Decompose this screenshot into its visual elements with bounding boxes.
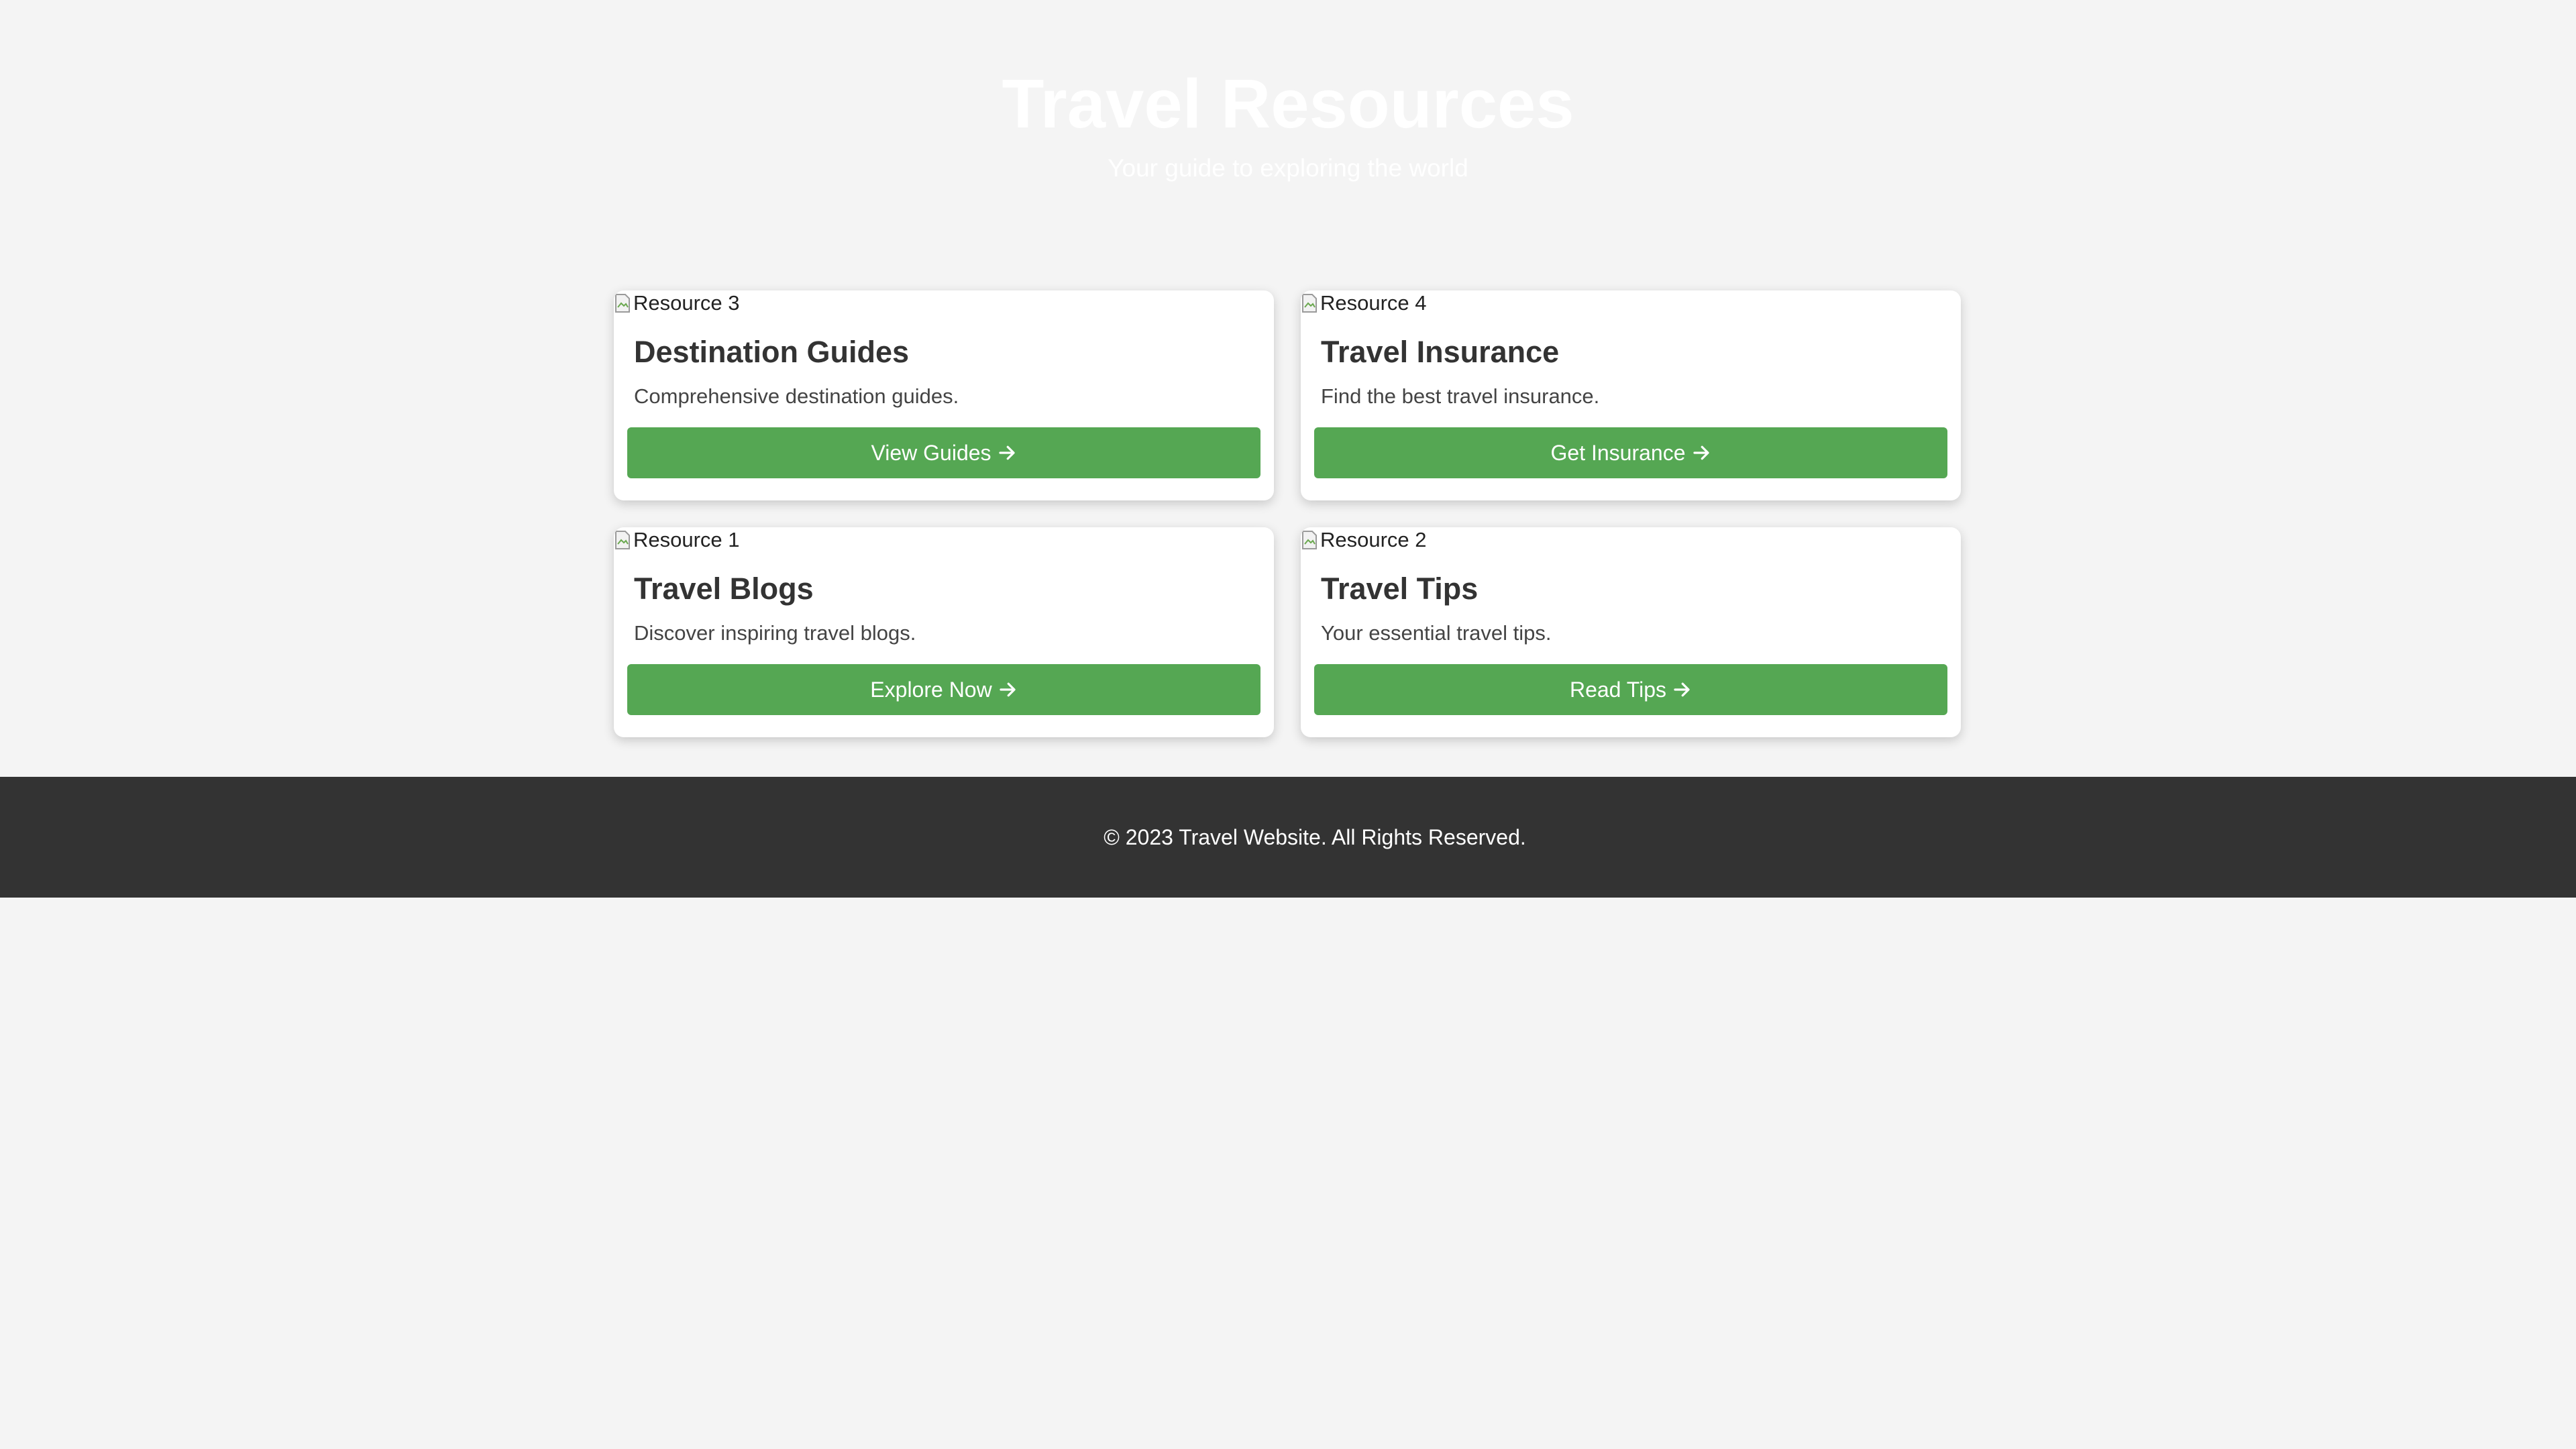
resource-image-alt: Resource 3 bbox=[633, 291, 740, 315]
resource-card-travel-tips: Resource 2 Travel Tips Your essential tr… bbox=[1301, 527, 1961, 737]
card-body: Travel Blogs Discover inspiring travel b… bbox=[614, 572, 1274, 715]
resource-image-alt: Resource 2 bbox=[1320, 528, 1427, 551]
resource-card-destination-guides: Resource 3 Destination Guides Comprehens… bbox=[614, 290, 1274, 500]
card-body: Travel Insurance Find the best travel in… bbox=[1301, 335, 1961, 478]
explore-now-button[interactable]: Explore Now bbox=[627, 664, 1260, 715]
broken-image-icon bbox=[1301, 529, 1320, 551]
arrow-right-icon bbox=[1691, 443, 1711, 463]
arrow-right-icon bbox=[1672, 680, 1692, 700]
footer-copyright: © 2023 Travel Website. All Rights Reserv… bbox=[1104, 824, 1526, 849]
site-footer: © 2023 Travel Website. All Rights Reserv… bbox=[0, 777, 2576, 898]
resource-image-alt: Resource 1 bbox=[633, 528, 740, 551]
broken-image-icon bbox=[1301, 292, 1320, 314]
page-title: Travel Resources bbox=[1002, 65, 1574, 142]
card-description: Your essential travel tips. bbox=[1321, 621, 1552, 645]
arrow-right-icon bbox=[998, 680, 1018, 700]
card-body: Destination Guides Comprehensive destina… bbox=[614, 335, 1274, 478]
card-description: Comprehensive destination guides. bbox=[634, 384, 959, 408]
card-description: Discover inspiring travel blogs. bbox=[634, 621, 916, 645]
broken-image-icon bbox=[614, 292, 633, 314]
button-label: Get Insurance bbox=[1550, 440, 1686, 465]
button-label: Read Tips bbox=[1569, 677, 1667, 702]
hero-header: Travel Resources Your guide to exploring… bbox=[0, 0, 2576, 243]
resource-image: Resource 1 bbox=[614, 527, 1274, 553]
resource-card-travel-blogs: Resource 1 Travel Blogs Discover inspiri… bbox=[614, 527, 1274, 737]
resource-image: Resource 2 bbox=[1301, 527, 1961, 553]
arrow-right-icon bbox=[997, 443, 1017, 463]
button-label: Explore Now bbox=[870, 677, 992, 702]
card-title: Destination Guides bbox=[634, 335, 910, 369]
resource-card-travel-insurance: Resource 4 Travel Insurance Find the bes… bbox=[1301, 290, 1961, 500]
view-guides-button[interactable]: View Guides bbox=[627, 427, 1260, 478]
button-label: View Guides bbox=[871, 440, 991, 465]
card-title: Travel Tips bbox=[1321, 572, 1479, 606]
card-body: Travel Tips Your essential travel tips. … bbox=[1301, 572, 1961, 715]
page: Travel Resources Your guide to exploring… bbox=[0, 0, 2576, 1449]
card-title: Travel Insurance bbox=[1321, 335, 1560, 369]
card-title: Travel Blogs bbox=[634, 572, 814, 606]
broken-image-icon bbox=[614, 529, 633, 551]
resource-image-alt: Resource 4 bbox=[1320, 291, 1427, 315]
resource-grid: Resource 3 Destination Guides Comprehens… bbox=[614, 290, 1962, 737]
page-subtitle: Your guide to exploring the world bbox=[1108, 154, 1468, 182]
resource-image: Resource 3 bbox=[614, 290, 1274, 316]
card-description: Find the best travel insurance. bbox=[1321, 384, 1600, 408]
get-insurance-button[interactable]: Get Insurance bbox=[1314, 427, 1947, 478]
read-tips-button[interactable]: Read Tips bbox=[1314, 664, 1947, 715]
resource-image: Resource 4 bbox=[1301, 290, 1961, 316]
